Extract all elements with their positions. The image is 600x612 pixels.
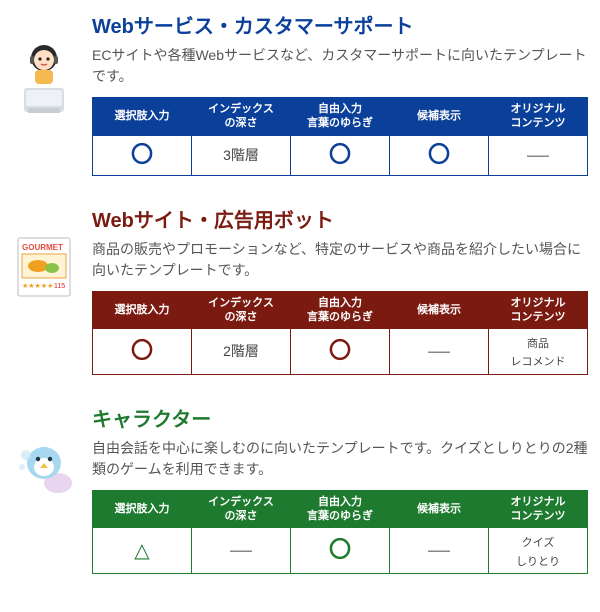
table-header: インデックスの深さ	[192, 291, 291, 329]
table-header: 候補表示	[390, 291, 489, 329]
table-cell: 〇	[93, 329, 192, 375]
section-title: Webサービス・カスタマーサポート	[92, 10, 588, 39]
table-cell: △	[93, 528, 192, 574]
table-cell: 〇	[291, 528, 390, 574]
table-header: 候補表示	[390, 490, 489, 528]
section-icon	[12, 10, 80, 176]
section-ad-bot: GOURMET ★★★★★115 Webサイト・広告用ボット商品の販売やプロモーショ…	[12, 204, 588, 375]
feature-table: 選択肢入力インデックスの深さ自由入力言葉のゆらぎ候補表示オリジナルコンテンツ〇 3…	[92, 97, 588, 176]
triangle-icon: △	[134, 540, 149, 562]
table-header: オリジナルコンテンツ	[489, 490, 588, 528]
circle-icon: 〇	[131, 338, 153, 363]
table-header: 候補表示	[390, 98, 489, 136]
table-cell: —	[489, 135, 588, 175]
circle-icon: 〇	[329, 537, 351, 562]
section-customer-support: Webサービス・カスタマーサポート ECサイトや各種Webサービスなど、カスタマー…	[12, 10, 588, 176]
section-desc: 商品の販売やプロモーションなど、特定のサービスや商品を紹介したい場合に向いたテン…	[92, 239, 588, 281]
table-cell: 〇	[390, 135, 489, 175]
table-cell: クイズしりとり	[489, 528, 588, 574]
cell-text: 3階層	[223, 147, 259, 163]
section-desc: 自由会話を中心に楽しむのに向いたテンプレートです。クイズとしりとりの2種類のゲー…	[92, 438, 588, 480]
svg-text:★★★★★: ★★★★★	[22, 282, 53, 290]
table-header: インデックスの深さ	[192, 98, 291, 136]
dash-icon: —	[428, 537, 450, 562]
feature-table: 選択肢入力インデックスの深さ自由入力言葉のゆらぎ候補表示オリジナルコンテンツ △ —…	[92, 490, 588, 574]
table-cell: —	[192, 528, 291, 574]
cell-text: 2階層	[223, 343, 259, 359]
section-title: Webサイト・広告用ボット	[92, 204, 588, 233]
table-cell: 〇	[291, 135, 390, 175]
table-header: 自由入力言葉のゆらぎ	[291, 291, 390, 329]
table-cell: 商品レコメンド	[489, 329, 588, 375]
section-desc: ECサイトや各種Webサービスなど、カスタマーサポートに向いたテンプレートです。	[92, 45, 588, 87]
svg-text:115: 115	[54, 283, 65, 290]
table-header: 選択肢入力	[93, 98, 192, 136]
table-cell: —	[390, 329, 489, 375]
table-row: △ — 〇 — クイズしりとり	[93, 528, 588, 574]
circle-icon: 〇	[131, 142, 153, 167]
table-header: 自由入力言葉のゆらぎ	[291, 98, 390, 136]
table-row: 〇 2階層 〇 — 商品レコメンド	[93, 329, 588, 375]
section-character: キャラクター自由会話を中心に楽しむのに向いたテンプレートです。クイズとしりとりの…	[12, 403, 588, 574]
circle-icon: 〇	[329, 338, 351, 363]
table-cell: 〇	[291, 329, 390, 375]
table-header: インデックスの深さ	[192, 490, 291, 528]
circle-icon: 〇	[329, 142, 351, 167]
table-header: オリジナルコンテンツ	[489, 291, 588, 329]
dash-icon: —	[527, 142, 549, 167]
table-header: 自由入力言葉のゆらぎ	[291, 490, 390, 528]
cell-text: 商品レコメンド	[511, 338, 566, 368]
table-header: 選択肢入力	[93, 291, 192, 329]
svg-text:GOURMET: GOURMET	[22, 243, 63, 252]
dash-icon: —	[428, 338, 450, 363]
section-icon: GOURMET ★★★★★115	[12, 204, 80, 375]
table-cell: 3階層	[192, 135, 291, 175]
table-header: オリジナルコンテンツ	[489, 98, 588, 136]
section-title: キャラクター	[92, 403, 588, 432]
dash-icon: —	[230, 537, 252, 562]
feature-table: 選択肢入力インデックスの深さ自由入力言葉のゆらぎ候補表示オリジナルコンテンツ〇 2…	[92, 291, 588, 375]
table-cell: 2階層	[192, 329, 291, 375]
table-cell: 〇	[93, 135, 192, 175]
circle-icon: 〇	[428, 142, 450, 167]
table-cell: —	[390, 528, 489, 574]
cell-text: クイズしりとり	[516, 537, 560, 567]
table-row: 〇 3階層 〇 〇 —	[93, 135, 588, 175]
section-icon	[12, 403, 80, 574]
table-header: 選択肢入力	[93, 490, 192, 528]
